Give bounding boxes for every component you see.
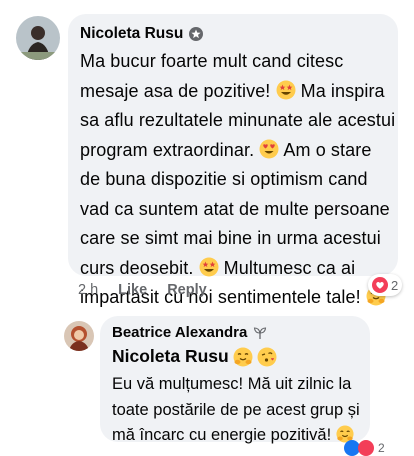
hugging-emoji [233,347,253,367]
comment-bubble: Nicoleta Rusu Ma bucur foarte mult cand … [68,14,398,307]
comment-line: mesaje asa de pozitive! Ma inspira [80,80,385,101]
comment-line: de buna dispozitie si optimism cand [80,169,368,189]
love-reaction-icon [372,277,388,293]
love-reaction-icon [358,440,374,456]
reply-line: toate postările de pe acest grup și [112,400,360,419]
reply-reaction-summary[interactable]: 2 [344,440,385,456]
reaction-summary[interactable]: 2 [368,274,403,296]
comment-actions: 2 h Like Reply [78,282,207,298]
mention-link[interactable]: Nicoleta Rusu [112,346,229,367]
comment-time[interactable]: 2 h [78,282,98,298]
like-button[interactable]: Like [118,282,147,298]
heart-eyes-emoji [259,139,279,159]
avatar-nicoleta[interactable] [16,16,60,60]
reply-text: Eu vă mulțumesc! Mă uit zilnic la toate … [112,372,364,449]
sprout-badge-icon [253,326,267,340]
comment-line: Ma bucur foarte mult cand citesc [80,51,344,71]
kissing-heart-emoji [257,347,277,367]
star-badge-icon [189,27,204,41]
comment-line: program extraordinar. Am o stare [80,139,372,160]
comment-line: vad ca suntem atat de multe persoane [80,198,390,219]
reply-author[interactable]: Beatrice Alexandra [112,324,247,341]
comment-line: sa aflu rezultatele minunate ale acestui [80,110,396,130]
reply-reaction-count: 2 [378,441,385,455]
comment-author[interactable]: Nicoleta Rusu [80,25,183,43]
comment-line: care se simt mai bine in urma acestui [80,228,381,248]
reaction-count: 2 [391,277,399,293]
reply-line: Eu vă mulțumesc! Mă uit zilnic la [112,375,352,393]
reply-line: mă încarc cu energie pozitivă! [112,423,364,449]
star-struck-emoji [276,80,296,100]
reply-bubble: Beatrice Alexandra Nicoleta Rusu Eu vă m… [100,316,370,444]
star-struck-emoji [199,257,219,277]
comment-line: curs deosebit. Multumesc ca ai [80,257,356,278]
reply-button[interactable]: Reply [167,282,207,298]
comment-text: Ma bucur foarte mult cand citesc mesaje … [80,47,396,313]
avatar-beatrice[interactable] [64,321,94,351]
